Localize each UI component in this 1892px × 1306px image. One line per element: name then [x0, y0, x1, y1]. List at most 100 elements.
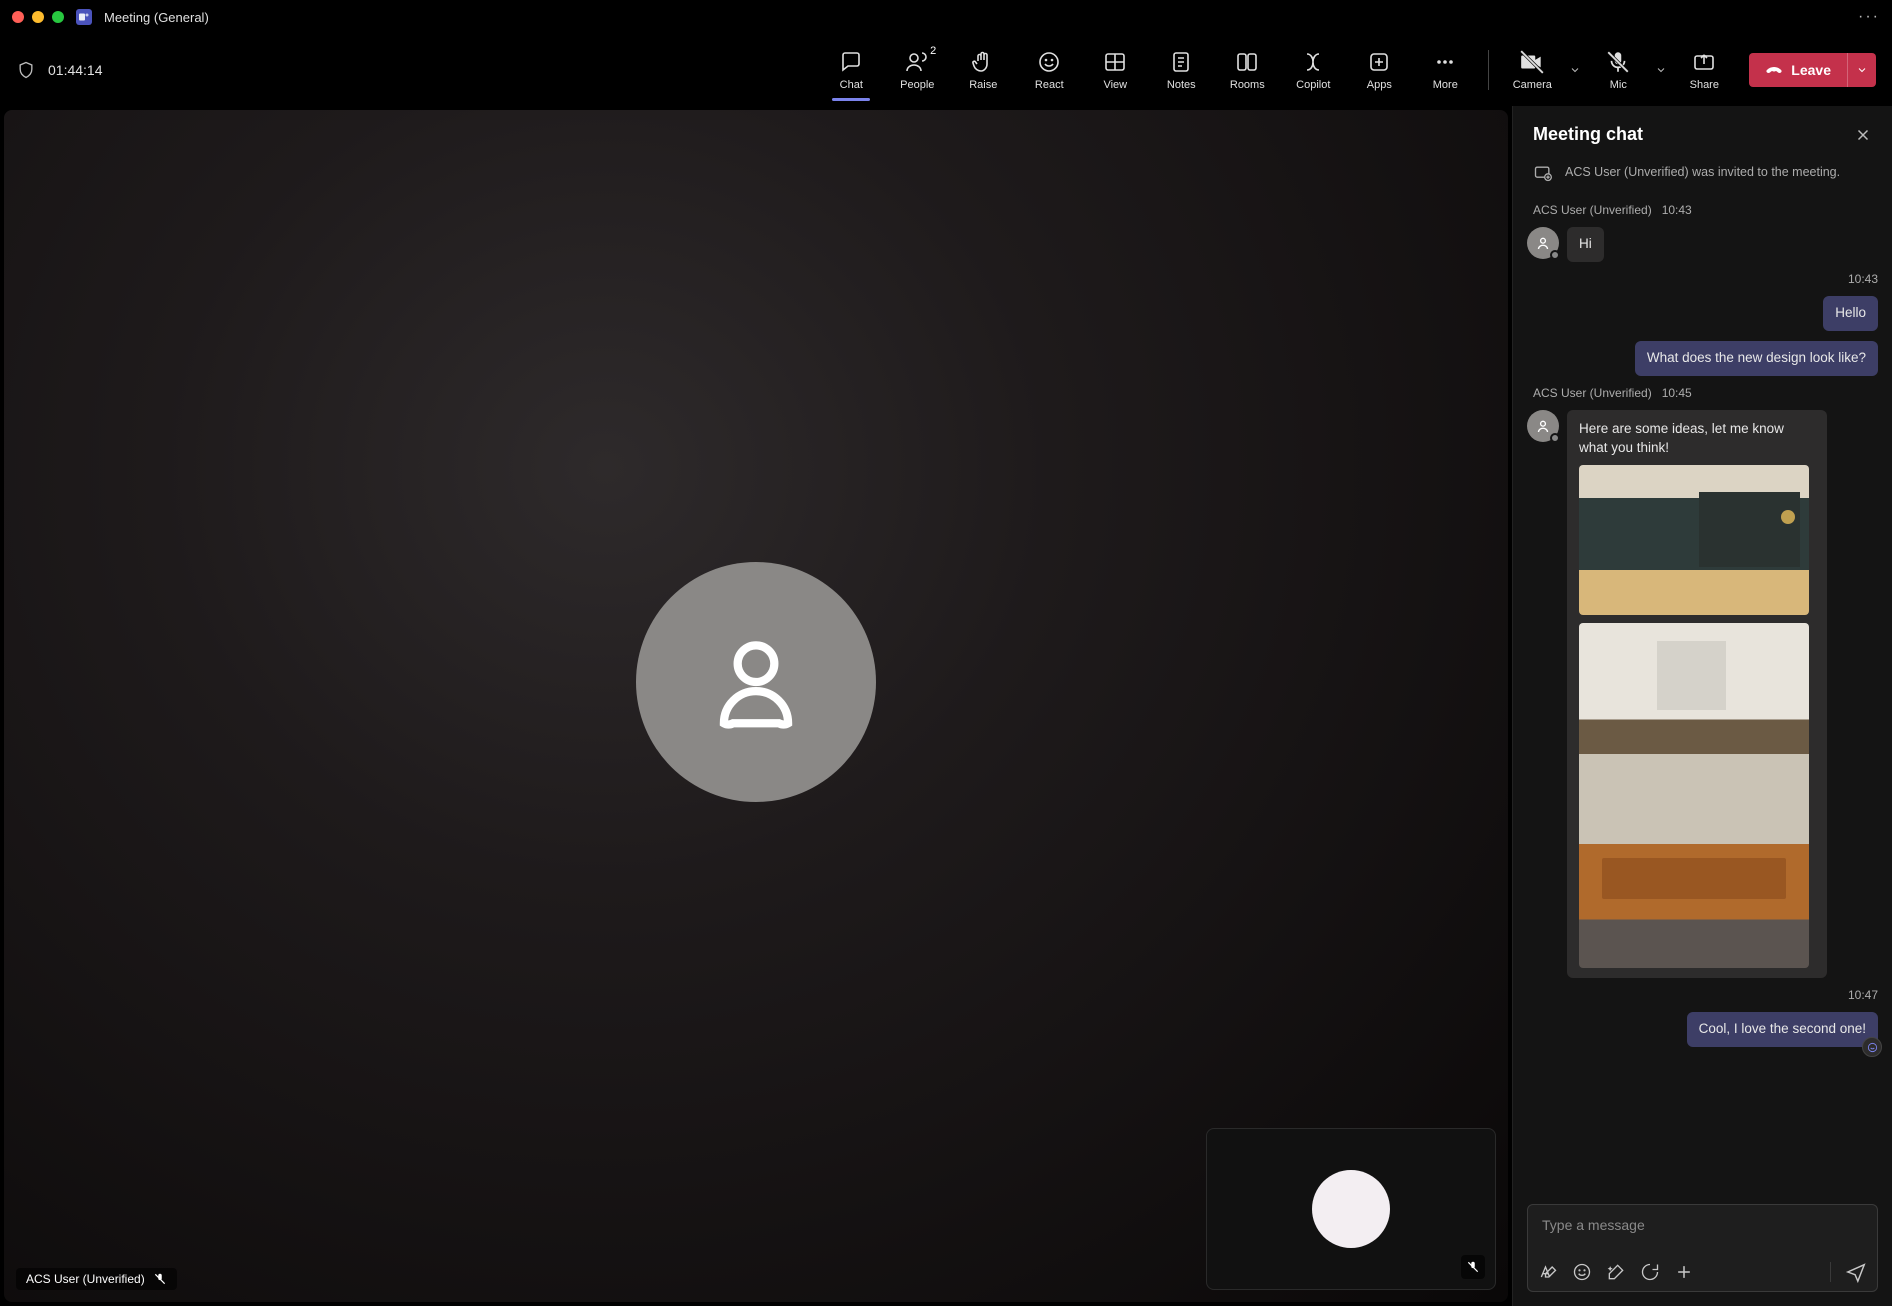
chat-message-list[interactable]: ACS User (Unverified) was invited to the…	[1513, 159, 1892, 1194]
participant-name-text: ACS User (Unverified)	[26, 1272, 145, 1286]
share-label: Share	[1690, 79, 1719, 91]
presence-indicator	[1550, 250, 1560, 260]
plus-icon	[1674, 1262, 1694, 1282]
message-bubble[interactable]: What does the new design look like?	[1635, 341, 1878, 376]
raise-hand-icon	[971, 49, 995, 75]
minimize-window-button[interactable]	[32, 11, 44, 23]
react-label: React	[1035, 79, 1064, 91]
message-row: What does the new design look like?	[1527, 341, 1878, 376]
camera-label: Camera	[1513, 79, 1552, 91]
copilot-icon	[1301, 49, 1325, 75]
send-button[interactable]	[1845, 1261, 1867, 1283]
participant-name-chip: ACS User (Unverified)	[16, 1268, 177, 1290]
message-reaction-badge[interactable]	[1862, 1037, 1882, 1057]
message-bubble[interactable]: Here are some ideas, let me know what yo…	[1567, 410, 1827, 979]
person-icon	[701, 627, 811, 737]
meeting-timer: 01:44:14	[48, 62, 103, 78]
message-author: ACS User (Unverified)	[1533, 203, 1652, 217]
rooms-button[interactable]: Rooms	[1214, 39, 1280, 101]
self-view[interactable]	[1206, 1128, 1496, 1290]
raise-hand-button[interactable]: Raise	[950, 39, 1016, 101]
leave-label: Leave	[1791, 62, 1831, 78]
view-icon	[1103, 49, 1127, 75]
meeting-chat-panel: Meeting chat ACS User (Unverified) was i…	[1512, 106, 1892, 1306]
view-label: View	[1103, 79, 1127, 91]
copilot-button[interactable]: Copilot	[1280, 39, 1346, 101]
video-stage: ACS User (Unverified)	[4, 110, 1508, 1302]
self-avatar	[1312, 1170, 1390, 1248]
format-icon	[1538, 1262, 1558, 1282]
message-input[interactable]	[1528, 1205, 1877, 1255]
message-row: Cool, I love the second one!	[1527, 1012, 1878, 1047]
message-time: 10:43	[1662, 203, 1692, 217]
chat-panel-title: Meeting chat	[1533, 124, 1643, 145]
message-bubble[interactable]: Cool, I love the second one!	[1687, 1012, 1878, 1047]
react-button[interactable]: React	[1016, 39, 1082, 101]
system-message-text: ACS User (Unverified) was invited to the…	[1565, 163, 1840, 185]
chat-button[interactable]: Chat	[818, 39, 884, 101]
loop-button[interactable]	[1640, 1262, 1660, 1282]
mic-options-button[interactable]	[1651, 64, 1671, 76]
message-meta: ACS User (Unverified) 10:43	[1527, 203, 1878, 217]
mic-button[interactable]: Mic	[1585, 39, 1651, 101]
message-author: ACS User (Unverified)	[1533, 386, 1652, 400]
close-window-button[interactable]	[12, 11, 24, 23]
message-bubble[interactable]: Hello	[1823, 296, 1878, 331]
view-button[interactable]: View	[1082, 39, 1148, 101]
message-row: Hello	[1527, 296, 1878, 331]
camera-button[interactable]: Camera	[1499, 39, 1565, 101]
leave-options-button[interactable]	[1847, 53, 1876, 87]
people-count-badge: 2	[930, 45, 936, 57]
chat-label: Chat	[840, 79, 863, 91]
mic-muted-icon	[153, 1272, 167, 1286]
rooms-icon	[1235, 49, 1259, 75]
format-button[interactable]	[1538, 1262, 1558, 1282]
people-icon	[905, 49, 929, 75]
message-bubble[interactable]: Hi	[1567, 227, 1604, 262]
react-icon	[1037, 49, 1061, 75]
message-row: Hi	[1527, 227, 1878, 262]
emoji-button[interactable]	[1572, 1262, 1592, 1282]
raise-label: Raise	[969, 79, 997, 91]
window-controls	[12, 11, 64, 23]
image-attachment[interactable]	[1579, 623, 1809, 968]
notes-label: Notes	[1167, 79, 1196, 91]
sparkle-icon	[1606, 1262, 1626, 1282]
message-time: 10:45	[1662, 386, 1692, 400]
user-avatar	[1527, 227, 1559, 259]
close-icon	[1854, 126, 1872, 144]
people-button[interactable]: 2 People	[884, 39, 950, 101]
titlebar-more-button[interactable]: ···	[1858, 8, 1880, 26]
message-time: 10:43	[1848, 272, 1878, 286]
message-meta: 10:47	[1527, 988, 1878, 1002]
emoji-icon	[1572, 1262, 1592, 1282]
copilot-label: Copilot	[1296, 79, 1330, 91]
invite-icon	[1533, 163, 1555, 185]
chat-icon	[839, 49, 863, 75]
attach-button[interactable]	[1674, 1262, 1694, 1282]
hangup-icon	[1765, 61, 1783, 79]
camera-options-button[interactable]	[1565, 64, 1585, 76]
titlebar: Meeting (General) ···	[0, 0, 1892, 34]
more-label: More	[1433, 79, 1458, 91]
mic-label: Mic	[1610, 79, 1627, 91]
giphy-button[interactable]	[1606, 1262, 1626, 1282]
maximize-window-button[interactable]	[52, 11, 64, 23]
more-button[interactable]: More	[1412, 39, 1478, 101]
shield-icon[interactable]	[16, 60, 36, 80]
notes-icon	[1169, 49, 1193, 75]
meeting-toolbar: 01:44:14 Chat 2 People Raise	[0, 34, 1892, 106]
system-message: ACS User (Unverified) was invited to the…	[1527, 159, 1878, 193]
camera-off-icon	[1519, 49, 1545, 75]
apps-button[interactable]: Apps	[1346, 39, 1412, 101]
participant-avatar	[636, 562, 876, 802]
leave-button[interactable]: Leave	[1749, 53, 1847, 87]
share-button[interactable]: Share	[1671, 39, 1737, 101]
notes-button[interactable]: Notes	[1148, 39, 1214, 101]
window-title: Meeting (General)	[104, 10, 209, 25]
message-meta: 10:43	[1527, 272, 1878, 286]
close-chat-button[interactable]	[1854, 126, 1872, 144]
rooms-label: Rooms	[1230, 79, 1265, 91]
image-attachment[interactable]	[1579, 465, 1809, 615]
more-icon	[1433, 49, 1457, 75]
